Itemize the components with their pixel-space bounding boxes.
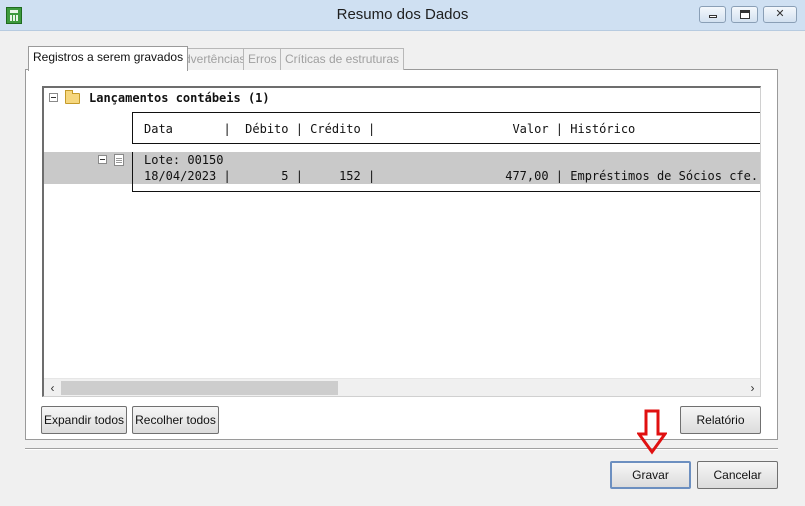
collapse-root-icon[interactable] xyxy=(49,93,58,102)
save-button[interactable]: Gravar xyxy=(610,461,691,489)
scrollbar-thumb[interactable] xyxy=(61,381,338,395)
document-icon xyxy=(114,154,124,166)
table-header: Data | Débito | Crédito | Valor | Histór… xyxy=(132,112,760,144)
report-button[interactable]: Relatório xyxy=(680,406,761,434)
title-bar: Resumo dos Dados ✕ xyxy=(0,0,805,31)
close-icon: ✕ xyxy=(775,8,785,20)
expand-all-button[interactable]: Expandir todos xyxy=(41,406,127,434)
scroll-right-icon[interactable]: › xyxy=(744,379,760,396)
tab-erros[interactable]: Erros xyxy=(243,48,282,70)
tab-registros[interactable]: Registros a serem gravados xyxy=(28,46,189,71)
scroll-left-icon[interactable]: ‹ xyxy=(44,379,61,396)
cancel-button[interactable]: Cancelar xyxy=(697,461,778,489)
maximize-button[interactable] xyxy=(731,6,758,23)
annotation-arrow-icon xyxy=(637,409,667,455)
tree-root-label[interactable]: Lançamentos contábeis (1) xyxy=(89,91,270,105)
lote-entry-line: 18/04/2023 | 5 | 152 | 477,00 | Emprésti… xyxy=(144,169,761,183)
minimize-button[interactable] xyxy=(699,6,726,23)
minimize-icon xyxy=(709,15,717,18)
folder-icon xyxy=(65,90,80,104)
lote-label: Lote: 00150 xyxy=(144,153,224,167)
close-button[interactable]: ✕ xyxy=(763,6,797,23)
collapse-all-button[interactable]: Recolher todos xyxy=(132,406,219,434)
table-header-text: Data | Débito | Crédito | Valor | Histór… xyxy=(144,122,636,136)
horizontal-scrollbar[interactable]: ‹ › xyxy=(44,378,760,396)
tab-criticas[interactable]: Críticas de estruturas xyxy=(280,48,405,70)
window-title: Resumo dos Dados xyxy=(336,6,469,23)
lote-entry[interactable]: Lote: 00150 18/04/2023 | 5 | 152 | 477,0… xyxy=(132,152,761,192)
maximize-icon xyxy=(740,10,750,19)
collapse-lote-icon[interactable] xyxy=(98,155,107,164)
records-tree-view[interactable]: Lançamentos contábeis (1) Data | Débito … xyxy=(42,86,761,397)
